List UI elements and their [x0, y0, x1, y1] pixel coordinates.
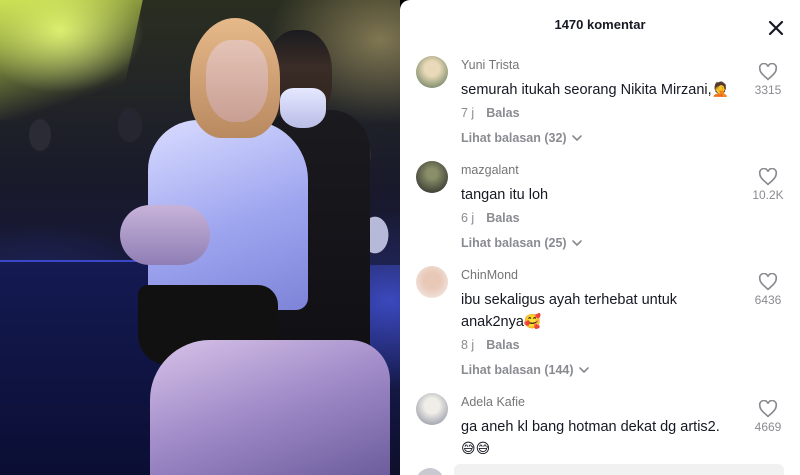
reply-button[interactable]: Balas: [486, 338, 519, 352]
heart-icon: [758, 168, 778, 186]
like-button[interactable]: 6436: [746, 273, 790, 307]
comment-text-body: tangan itu loh: [461, 187, 549, 203]
comment-emoji: 😅😅: [461, 441, 491, 457]
comment-text: ga aneh kl bang hotman dekat dg artis2. 😅…: [461, 416, 751, 460]
view-replies-button[interactable]: Lihat balasan (25): [461, 236, 583, 250]
video-frame[interactable]: [0, 0, 400, 475]
comment-emoji: 🥰: [523, 314, 542, 330]
comment-username[interactable]: ChinMond: [461, 268, 518, 282]
like-count: 3315: [754, 83, 782, 97]
comment-meta: 6 j Balas: [461, 211, 520, 225]
comment-composer: [400, 462, 800, 475]
like-count: 6436: [754, 293, 782, 307]
comments-panel: 1470 komentar Yuni Trista semurah itukah…: [400, 0, 800, 475]
like-button[interactable]: 10.2K: [746, 168, 790, 202]
comment-text: tangan itu loh: [461, 184, 751, 206]
comment-time: 6 j: [461, 211, 475, 225]
man-arm: [120, 205, 210, 265]
comment-emoji: 🤦: [711, 82, 730, 98]
comment-meta: 7 j Balas: [461, 106, 520, 120]
comment-text: semurah itukah seorang Nikita Mirzani,🤦: [461, 79, 751, 101]
reply-button[interactable]: Balas: [486, 211, 519, 225]
reply-button[interactable]: Balas: [486, 106, 519, 120]
comment-username[interactable]: Yuni Trista: [461, 58, 519, 72]
avatar[interactable]: [416, 56, 448, 88]
close-icon[interactable]: [766, 18, 786, 38]
view-replies-button[interactable]: Lihat balasan (32): [461, 131, 583, 145]
woman-legs: [150, 340, 390, 475]
comment-username[interactable]: Adela Kafie: [461, 395, 525, 409]
comment-username[interactable]: mazgalant: [461, 163, 519, 177]
heart-icon: [758, 400, 778, 418]
comment-text-body: semurah itukah seorang Nikita Mirzani,: [461, 82, 712, 98]
view-replies-label: Lihat balasan (144): [461, 363, 574, 377]
view-replies-label: Lihat balasan (25): [461, 236, 567, 250]
chevron-down-icon: [578, 367, 589, 373]
comment-time: 7 j: [461, 106, 475, 120]
like-count: 4669: [754, 420, 782, 434]
like-count: 10.2K: [752, 188, 784, 202]
like-button[interactable]: 4669: [746, 400, 790, 434]
face-mask: [280, 88, 326, 128]
comments-header: 1470 komentar: [400, 0, 800, 50]
avatar[interactable]: [416, 161, 448, 193]
heart-icon: [758, 63, 778, 81]
view-replies-label: Lihat balasan (32): [461, 131, 567, 145]
comments-count-title: 1470 komentar: [554, 17, 646, 32]
view-replies-button[interactable]: Lihat balasan (144): [461, 363, 590, 377]
chevron-down-icon: [571, 135, 582, 141]
comment-input[interactable]: [454, 464, 784, 475]
comment-time: 8 j: [461, 338, 475, 352]
woman-face: [206, 40, 268, 122]
avatar[interactable]: [416, 266, 448, 298]
current-user-avatar: [416, 468, 444, 475]
chevron-down-icon: [571, 240, 582, 246]
avatar[interactable]: [416, 393, 448, 425]
comment-text-body: ga aneh kl bang hotman dekat dg artis2.: [461, 419, 720, 435]
like-button[interactable]: 3315: [746, 63, 790, 97]
comment-text: ibu sekaligus ayah terhebat untuk anak2n…: [461, 289, 731, 333]
comment-text-body: ibu sekaligus ayah terhebat untuk anak2n…: [461, 292, 678, 330]
comment-meta: 8 j Balas: [461, 338, 520, 352]
heart-icon: [758, 273, 778, 291]
